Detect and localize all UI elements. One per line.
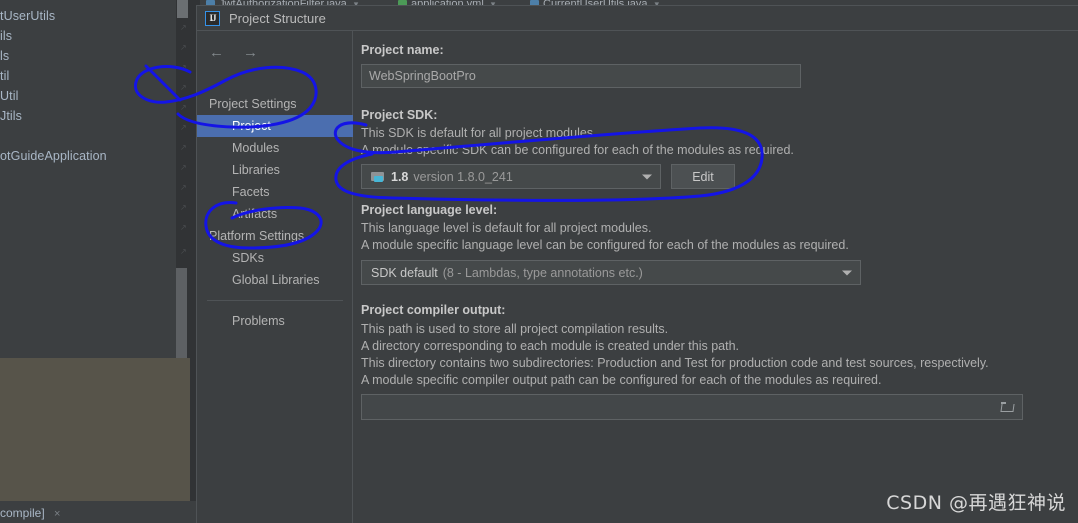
language-level-desc-1: This language level is default for all p… [361,221,652,235]
settings-category-list: Project Settings Project Modules Librari… [197,93,353,332]
screenshot-root: JwtAuthorizationFilter.java ▾ applicatio… [0,0,1078,523]
project-sdk-value: 1.8 [391,169,409,184]
compiler-output-desc-2: A directory corresponding to each module… [361,339,739,353]
language-level-desc-2: A module specific language level can be … [361,238,849,252]
compiler-output-desc-1: This path is used to store all project c… [361,322,669,336]
close-icon[interactable]: × [54,508,60,520]
bottom-tab[interactable]: compile] × [0,506,60,520]
language-level-detail: (8 - Lambdas, type annotations etc.) [442,265,643,280]
project-name-input[interactable]: WebSpringBootPro [361,64,801,88]
sidebar-divider [207,300,343,301]
language-level-value: SDK default [371,265,438,280]
navigation-arrows: ← → [209,45,258,60]
project-name-section: Project name: WebSpringBootPro [361,43,1041,88]
dialog-content: Project name: WebSpringBootPro Project S… [353,31,1078,523]
sidebar-item-global-libraries[interactable]: Global Libraries [197,269,353,291]
project-sdk-desc-1: This SDK is default for all project modu… [361,126,597,140]
scrollbar-thumb-top[interactable] [177,0,188,18]
sidebar-group-project-settings: Project Settings [209,97,297,111]
edit-sdk-button[interactable]: Edit [671,164,735,189]
forward-arrow-icon[interactable]: → [243,45,258,60]
compiler-output-section: Project compiler output: This path is us… [361,303,1041,420]
olive-panel-extension [176,358,190,501]
project-sdk-row: 1.8 version 1.8.0_241 Edit [361,164,1041,189]
sidebar-item-libraries[interactable]: Libraries [197,159,353,181]
olive-tool-panel [0,358,190,501]
compiler-output-desc-3: This directory contains two subdirectori… [361,356,989,370]
back-arrow-icon[interactable]: ← [209,45,224,60]
sidebar-group-platform-settings: Platform Settings [209,229,305,243]
bottom-tab-label: compile] [0,506,45,520]
language-level-label: Project language level: [361,203,498,217]
tree-item[interactable]: tUserUtils [0,9,55,23]
tree-item[interactable]: Jtils [0,109,22,123]
project-sdk-version: version 1.8.0_241 [413,169,513,184]
compiler-output-label: Project compiler output: [361,303,506,317]
chevron-down-icon[interactable] [842,270,852,275]
dialog-body: ← → Project Settings Project Modules Lib… [197,31,1078,523]
sidebar-item-facets[interactable]: Facets [197,181,353,203]
language-level-dropdown[interactable]: SDK default (8 - Lambdas, type annotatio… [361,260,861,285]
project-sdk-section: Project SDK: This SDK is default for all… [361,108,1041,189]
tree-item[interactable]: til [0,69,9,83]
project-structure-dialog: IJ Project Structure ← → Project Setting… [196,5,1078,523]
folder-browse-icon[interactable] [1000,402,1015,412]
editor-scrollbar-thumb[interactable] [176,268,187,366]
tree-item[interactable]: Util [0,89,18,103]
sidebar-item-modules[interactable]: Modules [197,137,353,159]
chevron-down-icon[interactable] [642,174,652,179]
sidebar-item-project[interactable]: Project [197,115,353,137]
tree-item[interactable]: ils [0,29,12,43]
csdn-watermark: CSDN @再遇狂神说 [886,492,1066,514]
project-name-label: Project name: [361,43,444,57]
language-level-section: Project language level: This language le… [361,203,1041,285]
intellij-logo-icon: IJ [205,10,220,26]
tree-item[interactable]: ls [0,49,9,63]
project-sdk-desc-2: A module specific SDK can be configured … [361,143,794,157]
dialog-title-bar: IJ Project Structure [197,6,1078,30]
java-sdk-icon [371,171,385,183]
dialog-title: Project Structure [229,10,326,26]
sidebar-item-problems[interactable]: Problems [197,310,353,332]
sidebar-item-sdks[interactable]: SDKs [197,247,353,269]
project-sdk-dropdown[interactable]: 1.8 version 1.8.0_241 [361,164,661,189]
tree-item[interactable]: otGuideApplication [0,149,107,163]
compiler-output-input[interactable] [361,394,1023,420]
dialog-sidebar: ← → Project Settings Project Modules Lib… [197,31,353,523]
compiler-output-desc-4: A module specific compiler output path c… [361,373,882,387]
sidebar-item-artifacts[interactable]: Artifacts [197,203,353,225]
project-sdk-label: Project SDK: [361,108,438,122]
